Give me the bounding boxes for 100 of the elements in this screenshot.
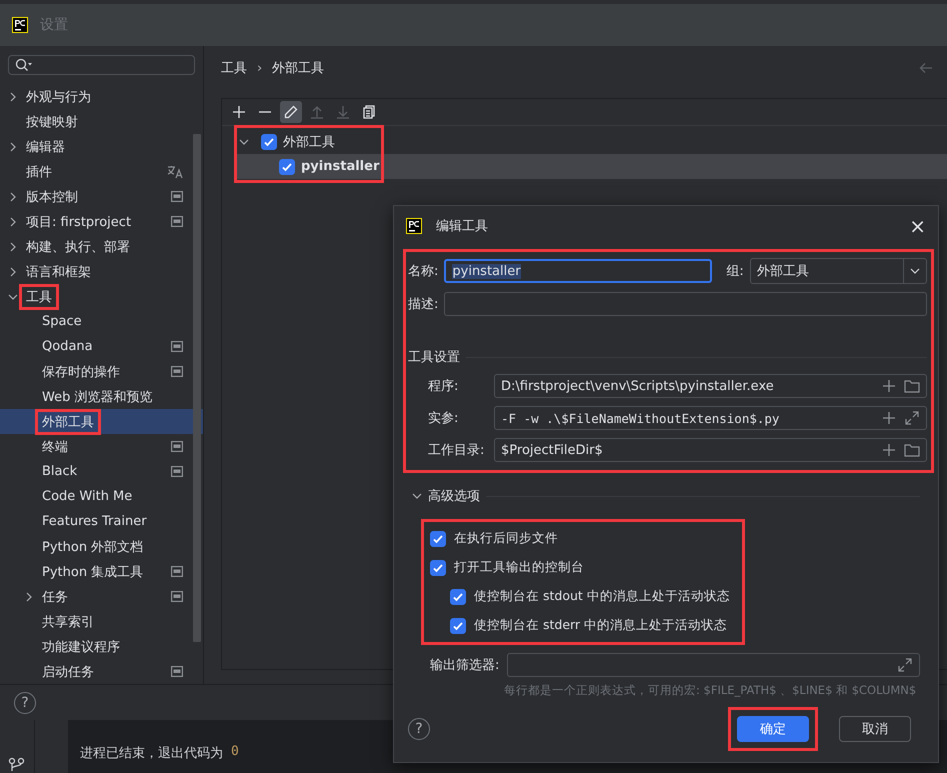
tool-tree-item[interactable]: pyinstaller	[301, 159, 380, 174]
dialog-title: 编辑工具	[436, 218, 488, 235]
sidebar-item[interactable]: Qodana	[35, 335, 100, 358]
sidebar-item[interactable]: 插件	[19, 158, 59, 184]
translate-icon	[167, 164, 183, 178]
field-label: 实参:	[428, 410, 460, 427]
path-field[interactable]: $ProjectFileDir$	[494, 438, 927, 462]
breadcrumb-item[interactable]: 外部工具	[272, 59, 324, 77]
checkbox[interactable]	[450, 588, 466, 604]
breadcrumb-item[interactable]: 工具	[221, 59, 247, 77]
ok-button[interactable]: 确定	[737, 716, 809, 742]
breadcrumb-separator: ›	[257, 60, 262, 76]
cancel-button[interactable]: 取消	[839, 716, 911, 742]
checkbox-label[interactable]: 使控制台在 stderr 中的消息上处于活动状态	[474, 617, 728, 634]
sidebar-item[interactable]: Black	[35, 460, 84, 483]
exit-code: 0	[231, 744, 239, 761]
sidebar-item[interactable]: 保存时的操作	[35, 358, 127, 384]
name-field[interactable]: pyinstaller	[444, 259, 712, 283]
search-field[interactable]	[8, 55, 195, 75]
sidebar-item[interactable]: 语言和框架	[19, 258, 98, 284]
git-branch-icon[interactable]	[8, 757, 26, 771]
project-settings-icon	[171, 591, 183, 602]
chevron-down-icon[interactable]	[239, 136, 249, 146]
help-button[interactable]: ?	[408, 718, 430, 740]
sidebar-item[interactable]: 编辑器	[19, 134, 72, 160]
sidebar-item[interactable]: Features Trainer	[35, 510, 154, 533]
field-label: 程序:	[428, 378, 460, 395]
project-settings-icon	[171, 566, 183, 577]
sidebar-item[interactable]: 构建、执行、部署	[19, 234, 137, 260]
field-label: 组:	[726, 263, 744, 280]
expand-icon[interactable]	[897, 657, 913, 673]
app-logo-icon	[12, 17, 28, 33]
help-button[interactable]: ?	[14, 692, 36, 714]
sidebar-item[interactable]: 功能建议程序	[35, 634, 127, 660]
field-label: 名称:	[408, 263, 438, 280]
sidebar-item[interactable]: 任务	[35, 584, 75, 610]
add-icon[interactable]	[882, 379, 896, 393]
folder-icon[interactable]	[904, 443, 920, 457]
chevron-right-icon[interactable]	[8, 242, 18, 252]
sidebar-item[interactable]: Python 外部文档	[35, 534, 150, 560]
sidebar-item[interactable]: 工具	[19, 284, 59, 310]
arguments-field[interactable]: -F -w .\$FileNameWithoutExtension$.py	[494, 406, 927, 430]
section-title: 工具设置	[408, 349, 460, 366]
field-label: 工作目录:	[428, 442, 486, 459]
chevron-right-icon[interactable]	[8, 216, 18, 226]
window-title: 设置	[40, 16, 68, 34]
tool-tree-item[interactable]: 外部工具	[283, 132, 335, 150]
project-settings-icon	[171, 216, 183, 227]
checkbox-label[interactable]: 在执行后同步文件	[454, 530, 558, 547]
sidebar-item[interactable]: 共享索引	[35, 608, 101, 634]
project-settings-icon	[171, 441, 183, 452]
project-settings-icon	[171, 366, 183, 377]
console-message: 进程已结束，退出代码为	[80, 745, 223, 763]
chevron-down-icon[interactable]	[8, 292, 18, 302]
description-field[interactable]	[444, 292, 927, 316]
sidebar-item[interactable]: 外观与行为	[19, 84, 98, 110]
sidebar-item[interactable]: Code With Me	[35, 485, 140, 508]
field-label: 输出筛选器:	[430, 657, 500, 674]
add-icon[interactable]	[882, 411, 896, 425]
field-label: 描述:	[408, 296, 438, 313]
folder-icon[interactable]	[904, 379, 920, 393]
sidebar-item[interactable]: Web 浏览器和预览	[35, 384, 160, 410]
chevron-down-icon	[910, 266, 920, 276]
checkbox-label[interactable]: 使控制台在 stdout 中的消息上处于活动状态	[474, 588, 730, 605]
hint-text: 每行都是一个正则表达式，可用的宏: $FILE_PATH$ 、$LINE$ 和 $COLUMN$	[504, 683, 918, 698]
checkbox[interactable]	[430, 560, 446, 576]
checkbox[interactable]	[279, 158, 295, 174]
sidebar-item[interactable]: 终端	[35, 434, 75, 460]
chevron-down-icon[interactable]	[412, 491, 422, 501]
section-title[interactable]: 高级选项	[428, 487, 480, 505]
search-icon	[15, 58, 33, 72]
project-settings-icon	[171, 191, 183, 202]
sidebar-item[interactable]: Python 集成工具	[35, 558, 150, 584]
chevron-right-icon[interactable]	[8, 142, 18, 152]
expand-icon[interactable]	[904, 410, 920, 426]
project-settings-icon	[171, 466, 183, 477]
sidebar-item[interactable]: Space	[35, 310, 89, 333]
sidebar-item[interactable]: 外部工具	[35, 408, 101, 434]
path-field[interactable]: D:\firstproject\venv\Scripts\pyinstaller.exe	[494, 374, 927, 398]
checkbox[interactable]	[450, 618, 466, 634]
checkbox[interactable]	[430, 530, 446, 546]
sidebar-item[interactable]: 按键映射	[19, 108, 85, 134]
chevron-right-icon[interactable]	[24, 592, 34, 602]
checkbox[interactable]	[261, 134, 277, 150]
sidebar-item[interactable]: 启动任务	[35, 658, 101, 684]
add-icon[interactable]	[882, 443, 896, 457]
sidebar-item[interactable]: 项目: firstproject	[19, 208, 138, 234]
sidebar-item[interactable]: 版本控制	[19, 184, 85, 210]
project-settings-icon	[171, 341, 183, 352]
chevron-right-icon[interactable]	[8, 92, 18, 102]
project-settings-icon	[171, 666, 183, 677]
group-dropdown[interactable]: 外部工具	[750, 258, 927, 284]
scrollbar[interactable]	[193, 134, 201, 642]
app-logo-icon	[406, 218, 422, 234]
output-filter-field[interactable]	[507, 653, 920, 677]
chevron-right-icon[interactable]	[8, 192, 18, 202]
close-button[interactable]: ×	[909, 216, 926, 236]
chevron-right-icon[interactable]	[8, 266, 18, 276]
checkbox-label[interactable]: 打开工具输出的控制台	[454, 559, 584, 576]
pencil-icon[interactable]	[280, 101, 302, 123]
